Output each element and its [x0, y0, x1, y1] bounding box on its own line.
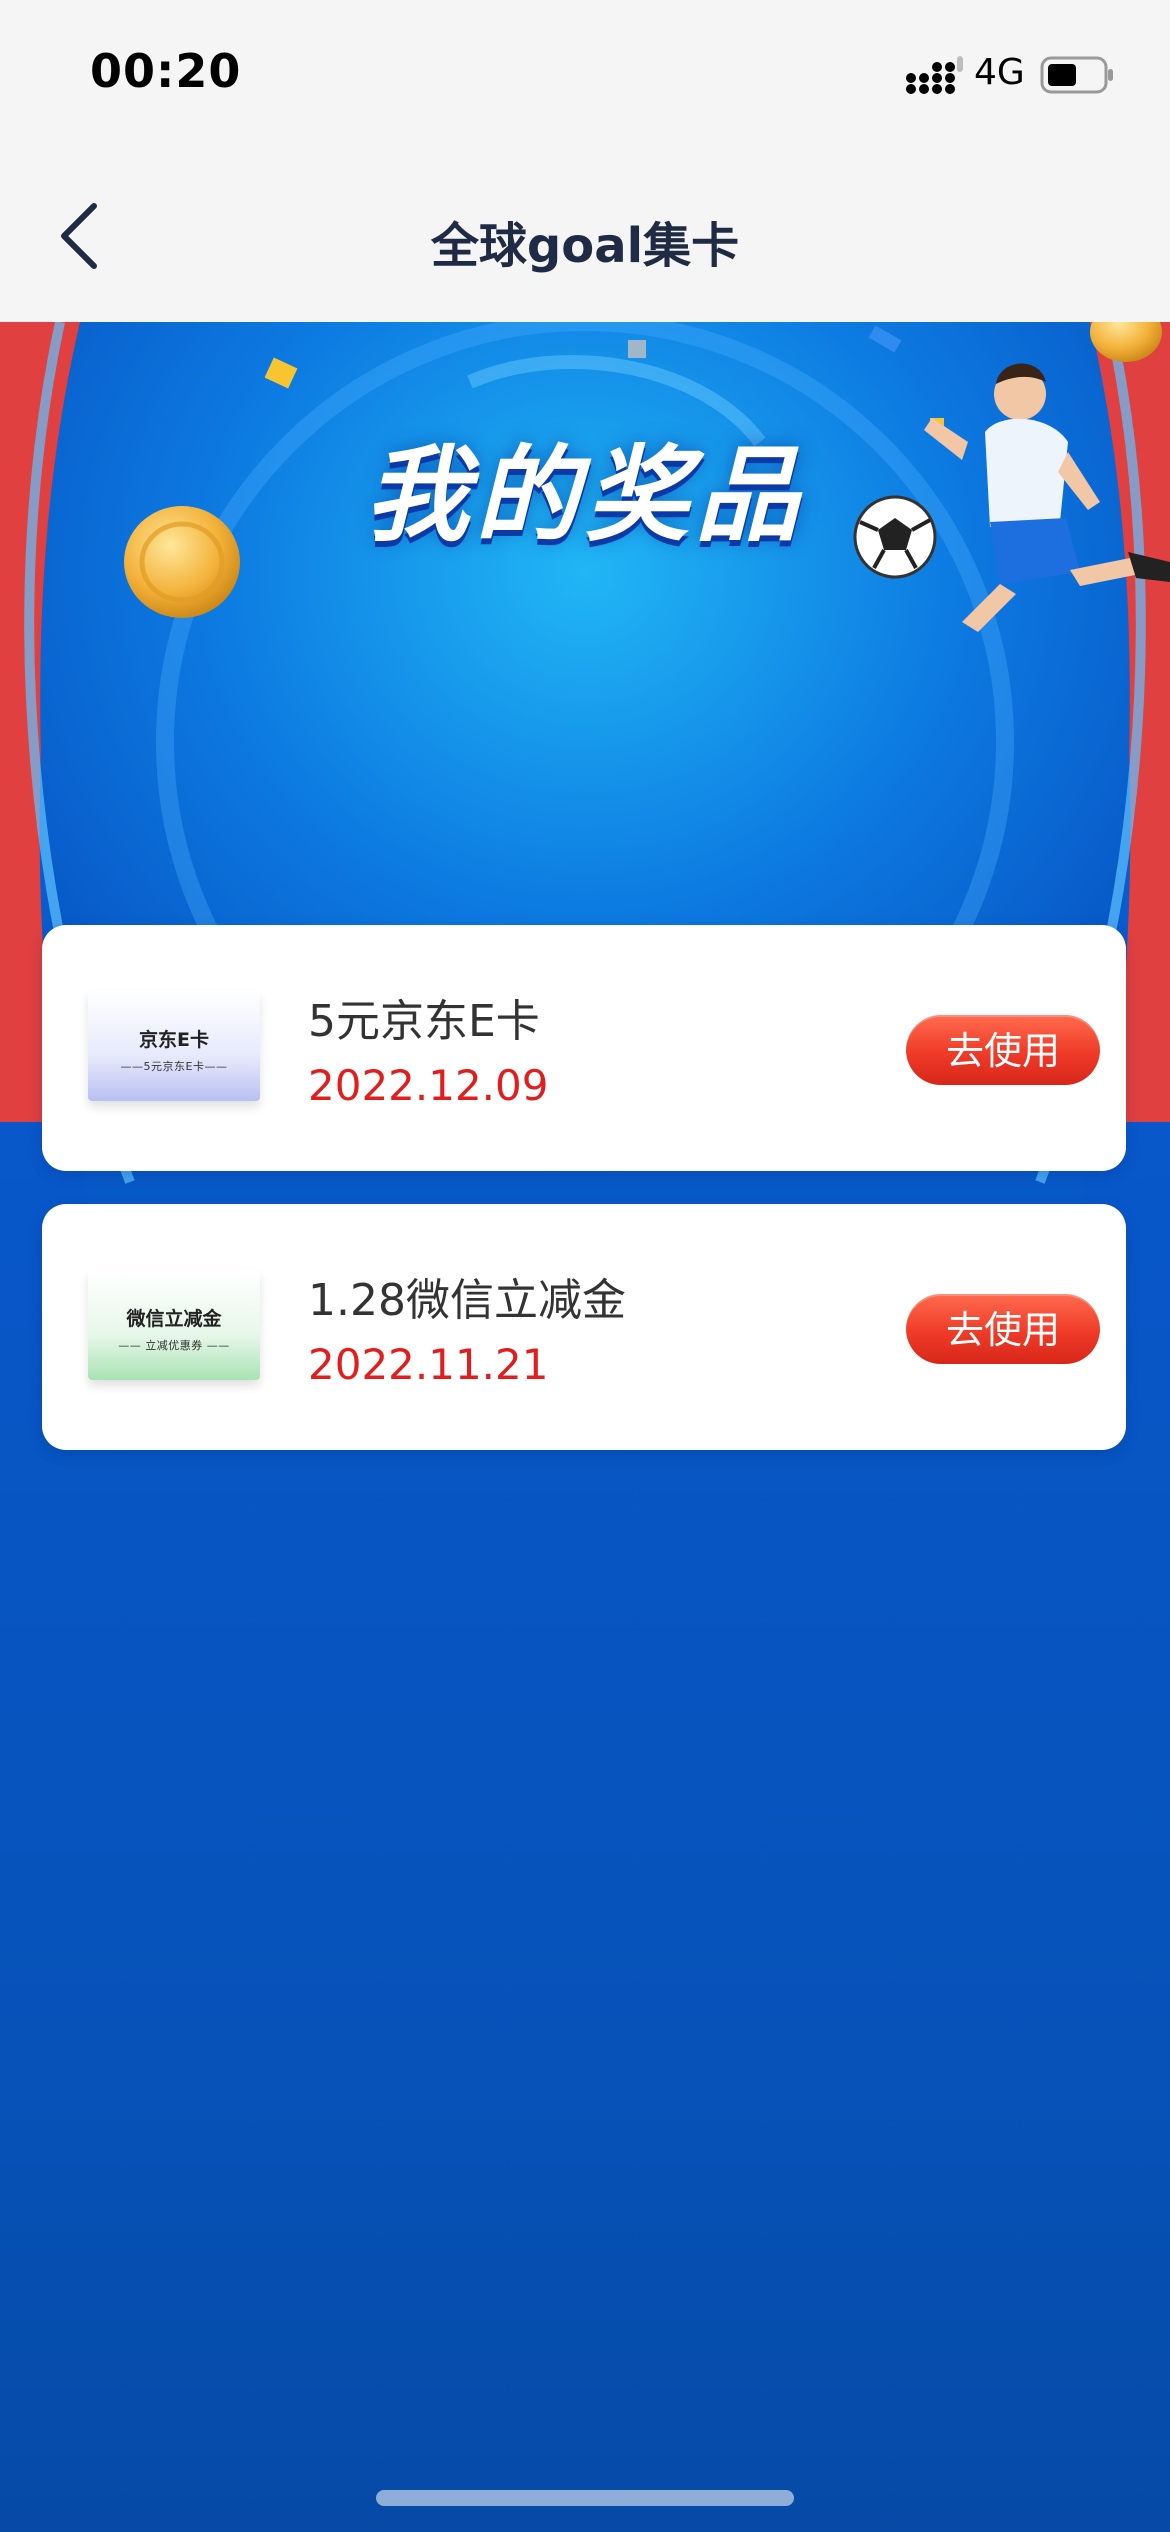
battery-icon: [1040, 56, 1113, 94]
thumbnail-subtitle: —— 立减优惠券 ——: [118, 1339, 230, 1352]
prize-card: 微信立减金 —— 立减优惠券 —— 1.28微信立减金 2022.11.21 去…: [42, 1204, 1126, 1450]
prize-date: 2022.11.21: [308, 1340, 549, 1389]
home-indicator[interactable]: [376, 2490, 794, 2506]
signal-bars-icon: [906, 56, 963, 94]
prize-thumbnail: 京东E卡 ——5元京东E卡——: [88, 991, 260, 1101]
banner-title: 我的奖品: [364, 434, 805, 556]
prize-name: 1.28微信立减金: [308, 1275, 626, 1326]
status-bar: 00:20 4G: [0, 0, 1170, 150]
use-prize-button[interactable]: 去使用: [906, 1294, 1100, 1364]
prize-card: 京东E卡 ——5元京东E卡—— 5元京东E卡 2022.12.09 去使用: [42, 925, 1126, 1171]
prize-name: 5元京东E卡: [308, 996, 540, 1047]
thumbnail-title: 微信立减金: [126, 1308, 222, 1330]
thumbnail-subtitle: ——5元京东E卡——: [120, 1060, 228, 1073]
thumbnail-title: 京东E卡: [139, 1029, 209, 1051]
prizes-page: 我的奖品 京东E卡 ——5元京东E卡—— 5元京东E卡 2022.12.09 去…: [0, 322, 1170, 2532]
nav-bar: 全球goal集卡: [0, 150, 1170, 322]
prize-date: 2022.12.09: [308, 1061, 549, 1110]
prize-thumbnail: 微信立减金 —— 立减优惠券 ——: [88, 1270, 260, 1380]
status-time: 00:20: [90, 44, 242, 98]
page-title: 全球goal集卡: [430, 218, 740, 274]
use-prize-button[interactable]: 去使用: [906, 1015, 1100, 1085]
network-type-label: 4G: [974, 52, 1025, 93]
